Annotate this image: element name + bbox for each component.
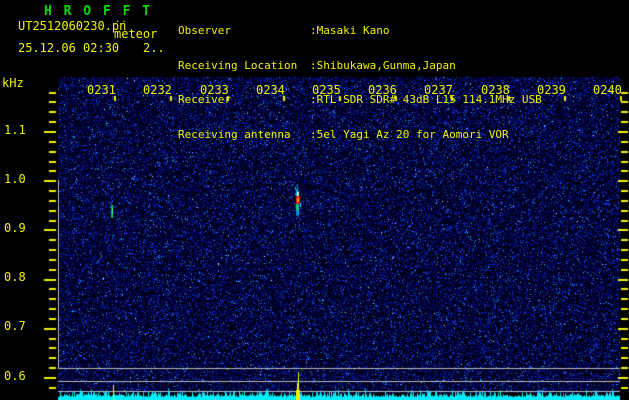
info-separator: : bbox=[310, 127, 317, 141]
meteor-mode-label: meteor bbox=[114, 27, 158, 41]
time-label-0235: 0235 bbox=[312, 83, 341, 97]
info-label: Receiving Location bbox=[178, 58, 298, 72]
freq-axis-unit-label: kHz bbox=[2, 76, 24, 90]
freq-label-0-8: 0.8 bbox=[4, 270, 26, 284]
filename-text: UT2512060230.pn bbox=[18, 19, 127, 33]
time-label-0233: 0233 bbox=[200, 83, 229, 97]
info-label: Receiving antenna bbox=[178, 127, 291, 141]
time-label-0231: 0231 bbox=[87, 83, 116, 97]
freq-label-1-1: 1.1 bbox=[4, 123, 26, 137]
time-label-0234: 0234 bbox=[256, 83, 285, 97]
info-row-observer: Observer:Masaki Kano bbox=[178, 24, 542, 38]
datetime-text: 25.12.06 02:30 bbox=[18, 41, 120, 55]
time-label-0238: 0238 bbox=[481, 83, 510, 97]
freq-label-0-9: 0.9 bbox=[4, 221, 26, 235]
info-value: Masaki Kano bbox=[316, 24, 390, 37]
time-label-0232: 0232 bbox=[143, 83, 172, 97]
info-row-antenna: Receiving antenna:5el Yagi Az 20 for Aom… bbox=[178, 127, 542, 142]
hrofft-window: H R O F F T UT2512060230.pn .. meteor 25… bbox=[0, 0, 629, 400]
freq-label-1-0: 1.0 bbox=[4, 172, 26, 186]
time-label-0237: 0237 bbox=[424, 83, 453, 97]
info-separator: : bbox=[310, 24, 317, 37]
datetime-suffix: 2.. bbox=[143, 41, 165, 55]
time-label-0236: 0236 bbox=[368, 83, 397, 97]
info-label: Observer bbox=[178, 24, 231, 37]
info-label: Receiver bbox=[178, 93, 231, 106]
app-title: H R O F F T bbox=[44, 4, 153, 19]
info-value: Shibukawa,Gunma,Japan bbox=[316, 58, 456, 72]
filename-clipped-chars: .. bbox=[115, 15, 128, 25]
time-label-0240: 0240 bbox=[593, 83, 622, 97]
info-separator: : bbox=[310, 58, 317, 72]
time-label-0239: 0239 bbox=[537, 83, 566, 97]
freq-label-0-7: 0.7 bbox=[4, 319, 26, 333]
freq-label-0-6: 0.6 bbox=[4, 369, 26, 383]
info-row-location: Receiving Location:Shibukawa,Gunma,Japan bbox=[178, 58, 542, 73]
info-value: 5el Yagi Az 20 for Aomori VOR bbox=[316, 127, 509, 141]
